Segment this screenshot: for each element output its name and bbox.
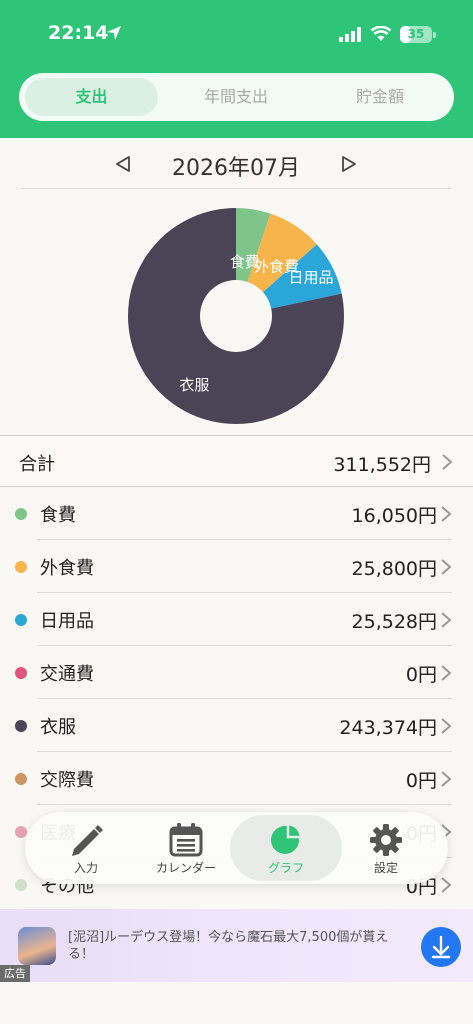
status-time: 22:14 [48, 22, 109, 44]
total-label: 合計 [19, 454, 55, 475]
ad-label: 広告 [0, 965, 30, 982]
segment-control: 支出 年間支出 貯金額 [19, 73, 454, 121]
category-row[interactable]: 外食費 25,800円 [0, 540, 473, 593]
tab-input-label: 入力 [73, 861, 98, 875]
app-header: 22:14 35 支出 年間支出 貯金額 [0, 0, 473, 138]
category-name: 交際費 [40, 770, 94, 791]
category-color-dot [15, 614, 27, 626]
battery-icon: 35 [400, 26, 432, 43]
category-amount: 16,050円 [351, 505, 437, 527]
pie-label: 衣服 [179, 376, 209, 394]
category-row[interactable]: 交通費 0円 [0, 646, 473, 699]
pencil-icon [72, 825, 103, 856]
tab-annual-expense[interactable]: 年間支出 [169, 78, 303, 116]
location-arrow-icon [107, 26, 121, 40]
pie-chart-icon [271, 823, 302, 854]
next-month-button[interactable] [340, 155, 358, 173]
category-name: 外食費 [40, 558, 94, 579]
chevron-right-icon [441, 718, 452, 734]
month-title: 2026年07月 [172, 156, 300, 181]
ad-banner[interactable]: [泥沼]ルーデウス登場！今なら魔石最大7,500個が貰える！ [0, 909, 473, 982]
category-row[interactable]: 食費 16,050円 [0, 487, 473, 540]
total-row[interactable]: 合計 311,552円 [0, 435, 473, 487]
total-value: 311,552円 [333, 454, 431, 476]
chevron-right-icon [441, 612, 452, 628]
bottom-tab-bar: 入力 カレンダー グラフ 設定 [25, 812, 448, 884]
category-row[interactable]: 日用品 25,528円 [0, 593, 473, 646]
battery-percent: 35 [407, 27, 425, 41]
tab-calendar[interactable]: カレンダー [131, 815, 241, 881]
battery-nub [433, 32, 436, 38]
tab-graph-label: グラフ [267, 861, 304, 875]
download-icon [431, 935, 451, 959]
category-name: 日用品 [40, 611, 94, 632]
chevron-right-icon [442, 454, 453, 470]
chevron-right-icon [441, 665, 452, 681]
category-name: 衣服 [40, 717, 76, 738]
tab-settings-label: 設定 [373, 861, 398, 875]
signal-icon [339, 27, 361, 42]
chevron-right-icon [441, 877, 452, 893]
ad-download-button[interactable] [421, 927, 461, 967]
category-color-dot [15, 508, 27, 520]
divider [20, 188, 451, 189]
donut-hole [200, 280, 272, 352]
chevron-right-icon [441, 506, 452, 522]
status-bar: 22:14 35 [0, 20, 473, 50]
category-color-dot [15, 879, 27, 891]
category-amount: 243,374円 [339, 717, 437, 739]
tab-calendar-label: カレンダー [155, 861, 216, 875]
gear-icon [370, 824, 402, 856]
tab-input[interactable]: 入力 [31, 815, 141, 881]
category-amount: 25,800円 [351, 558, 437, 580]
category-amount: 0円 [405, 664, 437, 686]
chevron-right-icon [441, 771, 452, 787]
category-color-dot [15, 773, 27, 785]
chevron-right-icon [441, 559, 452, 575]
expense-donut-chart: 食費外食費日用品衣服 [127, 208, 344, 424]
prev-month-button[interactable] [114, 155, 132, 173]
category-color-dot [15, 826, 27, 838]
category-amount: 0円 [405, 770, 437, 792]
tab-expense[interactable]: 支出 [25, 78, 158, 116]
category-amount: 25,528円 [351, 611, 437, 633]
category-color-dot [15, 720, 27, 732]
month-selector: 2026年07月 [0, 138, 473, 188]
category-color-dot [15, 667, 27, 679]
wifi-icon [370, 26, 392, 41]
tab-graph[interactable]: グラフ [230, 815, 342, 881]
category-color-dot [15, 561, 27, 573]
category-row[interactable]: 衣服 243,374円 [0, 699, 473, 752]
category-row[interactable]: 交際費 0円 [0, 752, 473, 805]
home-indicator-area [0, 982, 473, 1024]
ad-text: [泥沼]ルーデウス登場！今なら魔石最大7,500個が貰える！ [68, 930, 389, 962]
ad-app-icon [18, 927, 56, 965]
category-name: 交通費 [40, 664, 94, 685]
pie-label: 日用品 [289, 269, 334, 287]
tab-savings[interactable]: 貯金額 [313, 78, 447, 116]
tab-settings[interactable]: 設定 [331, 815, 441, 881]
category-name: 食費 [40, 505, 76, 526]
calendar-icon [169, 823, 203, 857]
